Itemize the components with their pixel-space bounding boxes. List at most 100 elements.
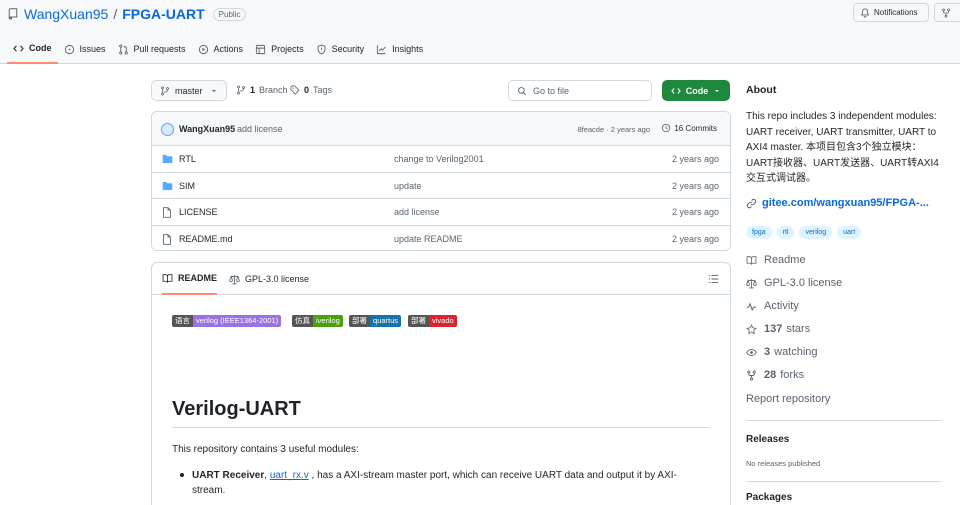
tab-pull-requests[interactable]: Pull requests (112, 37, 192, 61)
graph-icon (376, 44, 387, 55)
outline-icon[interactable] (708, 274, 719, 284)
law-icon (229, 274, 240, 285)
repo-slash: / (113, 6, 118, 22)
tags-link[interactable]: 0 Tags (290, 85, 332, 95)
tab-pull-requests-label: Pull requests (133, 44, 186, 54)
tab-license-label: GPL-3.0 license (245, 274, 310, 284)
file-commit-message[interactable]: change to Verilog2001 (394, 154, 484, 164)
file-commit-message[interactable]: update README (394, 234, 463, 244)
eye-icon (746, 347, 757, 358)
repo-owner-link[interactable]: WangXuan95 (24, 6, 108, 22)
topic-tag[interactable]: uart (837, 226, 862, 239)
license-link-label: GPL-3.0 license (764, 277, 843, 289)
tab-readme-label: README (178, 273, 218, 283)
packages-heading[interactable]: Packages (746, 492, 792, 503)
forks-link[interactable]: 28 forks (746, 369, 804, 381)
chevron-down-icon (713, 87, 721, 95)
issue-icon (64, 44, 75, 55)
tab-code[interactable]: Code (7, 37, 58, 64)
uart-rx-link[interactable]: uart_rx.v (270, 470, 309, 481)
forks-count: 28 (764, 369, 777, 381)
watching-label: watching (774, 346, 818, 358)
branch-count-icon (236, 85, 246, 95)
fork-button[interactable] (934, 3, 960, 22)
license-link[interactable]: GPL-3.0 license (746, 277, 842, 289)
homepage-link[interactable]: gitee.com/wangxuan95/FPGA-... (746, 197, 929, 209)
readme-link[interactable]: Readme (746, 254, 806, 266)
avatar[interactable] (161, 123, 174, 136)
pull-request-icon (118, 44, 129, 55)
code-dropdown-button[interactable]: Code (662, 80, 730, 101)
topics-list: fpga rtl verilog uart (746, 226, 862, 239)
file-row[interactable]: README.md update README 2 years ago (152, 226, 730, 251)
notifications-label: Notifications (874, 8, 918, 17)
activity-link[interactable]: Activity (746, 300, 799, 312)
latest-commit-bar: WangXuan95 add license 8feacde · 2 years… (152, 112, 730, 146)
go-to-file-placeholder: Go to file (533, 85, 570, 96)
branches-link[interactable]: 1 Branch (236, 85, 288, 95)
file-row[interactable]: RTL change to Verilog2001 2 years ago (152, 146, 730, 173)
commit-message[interactable]: add license (237, 124, 283, 134)
file-name[interactable]: RTL (179, 154, 196, 164)
table-icon (255, 44, 266, 55)
go-to-file-input[interactable]: Go to file (508, 80, 652, 101)
shield-badge: 仿真 iverilog (292, 315, 343, 327)
repo-header: WangXuan95 / FPGA-UART Public Notificati… (0, 0, 960, 64)
shield-label: 部署 (349, 315, 370, 327)
code-button-icon (671, 86, 681, 96)
shield-label: 语言 (172, 315, 193, 327)
commit-author[interactable]: WangXuan95 (179, 124, 235, 134)
report-repository-link[interactable]: Report repository (746, 393, 830, 405)
file-commit-message[interactable]: add license (394, 207, 440, 217)
stars-link[interactable]: 137 stars (746, 323, 810, 335)
branch-select-button[interactable]: master (151, 80, 227, 101)
file-commit-message[interactable]: update (394, 181, 422, 191)
shield-badge: 部署 vivado (408, 315, 457, 327)
tab-license[interactable]: GPL-3.0 license (229, 263, 309, 295)
about-heading: About (746, 84, 777, 96)
tab-insights[interactable]: Insights (370, 37, 429, 61)
commit-count: 16 Commits (674, 123, 717, 133)
tab-readme[interactable]: README (162, 263, 218, 295)
file-name[interactable]: SIM (179, 181, 195, 191)
topic-tag[interactable]: rtl (776, 226, 795, 239)
watching-link[interactable]: 3 watching (746, 346, 818, 358)
readme-link-label: Readme (764, 254, 806, 266)
tab-issues[interactable]: Issues (58, 37, 112, 61)
repo-name-link[interactable]: FPGA-UART (122, 6, 204, 22)
file-table: WangXuan95 add license 8feacde · 2 years… (151, 111, 731, 251)
branch-label: Branch (259, 85, 288, 95)
file-name[interactable]: README.md (179, 234, 233, 244)
forks-label: forks (780, 369, 805, 381)
shield-value: quartus (370, 315, 402, 327)
stars-label: stars (786, 323, 811, 335)
homepage-link-text: gitee.com/wangxuan95/FPGA-... (762, 197, 929, 209)
topic-tag[interactable]: fpga (746, 226, 772, 239)
shield-badge: 部署 quartus (349, 315, 402, 327)
star-icon (746, 323, 757, 335)
commit-hash-time[interactable]: 8feacde · 2 years ago (577, 125, 650, 134)
file-row[interactable]: SIM update 2 years ago (152, 173, 730, 199)
tag-count: 0 (304, 85, 310, 95)
tab-issues-label: Issues (79, 44, 106, 54)
topic-tag[interactable]: verilog (799, 226, 833, 239)
bullet-title: UART Receiver (192, 470, 265, 481)
commits-link[interactable]: 16 Commits (661, 123, 717, 133)
file-icon (162, 233, 172, 245)
branch-icon (160, 85, 170, 96)
about-description: This repo includes 3 independent modules… (746, 111, 939, 184)
stars-count: 137 (764, 323, 783, 335)
visibility-badge: Public (212, 7, 247, 21)
file-row[interactable]: LICENSE add license 2 years ago (152, 199, 730, 226)
tab-projects[interactable]: Projects (249, 37, 310, 61)
releases-heading[interactable]: Releases (746, 434, 789, 445)
shield-label: 部署 (408, 315, 429, 327)
fork-icon (941, 7, 951, 18)
repo-title: WangXuan95 / FPGA-UART Public (7, 5, 247, 23)
watching-count: 3 (764, 346, 771, 358)
notifications-button[interactable]: Notifications (853, 3, 929, 22)
file-name[interactable]: LICENSE (179, 207, 218, 217)
tab-actions[interactable]: Actions (192, 37, 250, 61)
tab-security[interactable]: Security (310, 37, 371, 61)
file-date: 2 years ago (671, 233, 719, 244)
